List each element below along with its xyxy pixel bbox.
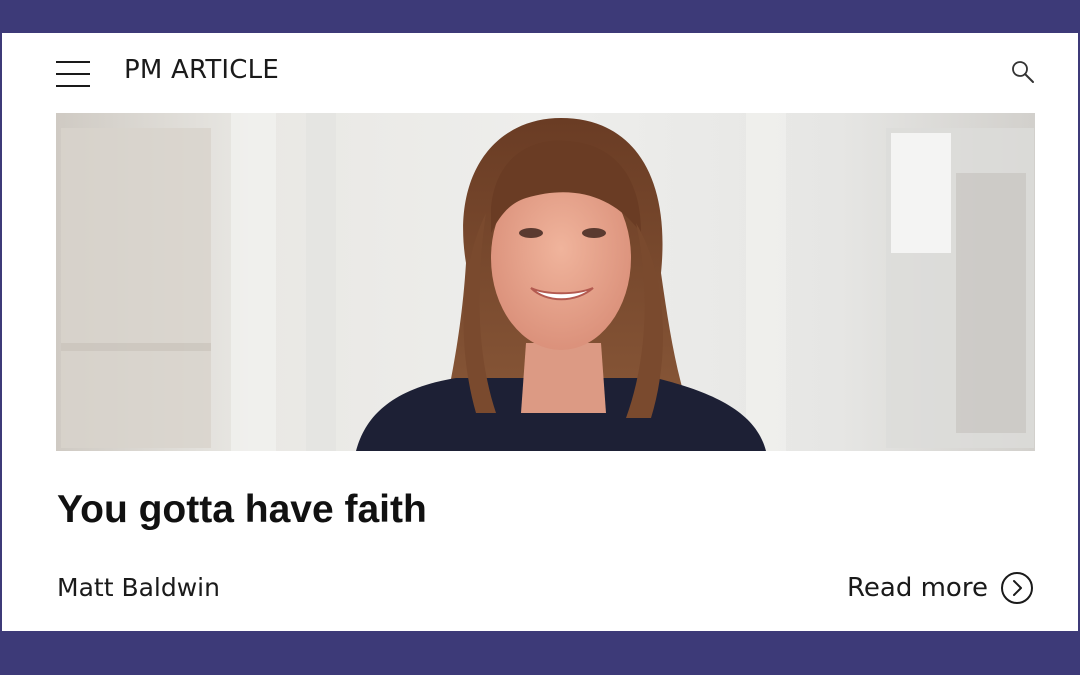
author-name: Matt Baldwin xyxy=(57,573,220,602)
search-icon[interactable] xyxy=(1010,59,1036,85)
read-more-label: Read more xyxy=(847,573,988,603)
article-title[interactable]: You gotta have faith xyxy=(57,488,427,532)
hamburger-menu-icon[interactable] xyxy=(56,60,90,88)
header: PM ARTICLE xyxy=(2,33,1078,113)
section-label: PM ARTICLE xyxy=(124,55,279,85)
hero-image xyxy=(56,113,1035,451)
read-more-link[interactable]: Read more xyxy=(847,570,1034,606)
article-card: PM ARTICLE You gotta have faith Matt Bal… xyxy=(2,33,1078,631)
circle-chevron-right-icon xyxy=(1000,572,1033,604)
portrait-photo xyxy=(56,113,1035,451)
